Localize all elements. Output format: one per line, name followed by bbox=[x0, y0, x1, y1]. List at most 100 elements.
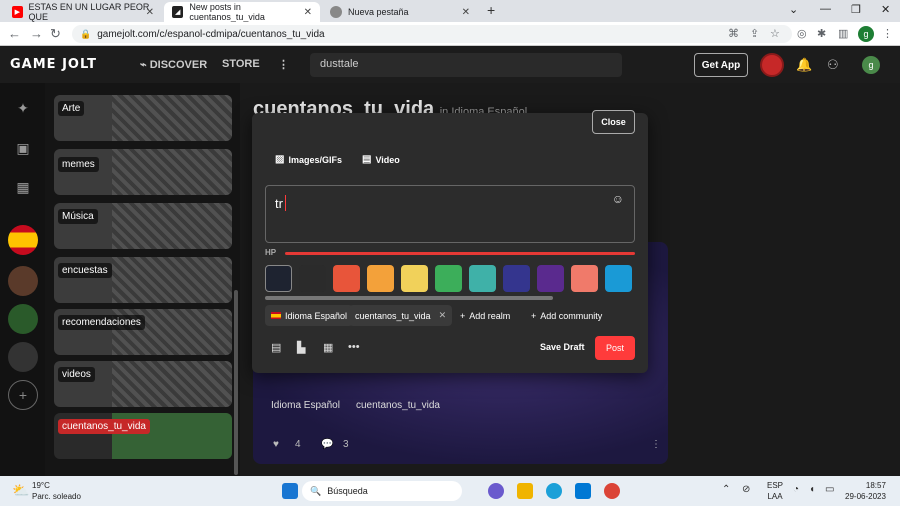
channel-chip[interactable]: cuentanos_tu_vida ✕ bbox=[349, 305, 453, 326]
tray-chevron-icon[interactable]: ⌃ bbox=[722, 484, 730, 495]
translate-icon[interactable]: ⌘ bbox=[728, 27, 739, 40]
reload-icon[interactable]: ↻ bbox=[50, 26, 61, 42]
community-spain-icon[interactable] bbox=[8, 225, 38, 255]
browser-tab-new[interactable]: Nueva pestaña ✕ bbox=[322, 2, 478, 22]
emoji-icon[interactable]: ☺ bbox=[612, 192, 624, 206]
bookmark-star-icon[interactable]: ☆ bbox=[770, 27, 780, 40]
chrome-taskbar-icon[interactable] bbox=[604, 483, 620, 499]
background-swatch[interactable] bbox=[605, 265, 632, 292]
grid-icon[interactable]: ▦ bbox=[8, 172, 38, 202]
menu-dots-icon[interactable]: ⋮ bbox=[882, 27, 893, 40]
jolt-icon[interactable] bbox=[760, 53, 784, 77]
background-swatch[interactable] bbox=[571, 265, 598, 292]
channel-item[interactable]: Arte bbox=[54, 95, 232, 141]
share-icon[interactable]: ⇪ bbox=[750, 27, 759, 40]
calendar-icon[interactable]: ▦ bbox=[323, 341, 333, 354]
bolt-icon[interactable]: ✦ bbox=[8, 93, 38, 123]
channel-scrollbar[interactable] bbox=[234, 290, 238, 475]
security-icon[interactable]: ⊘ bbox=[742, 484, 750, 495]
store-link[interactable]: STORE bbox=[222, 58, 260, 70]
profile-avatar[interactable]: g bbox=[858, 26, 874, 42]
library-icon[interactable]: ▣ bbox=[8, 133, 38, 163]
notifications-icon[interactable]: 🔔 bbox=[796, 57, 812, 73]
add-community-button[interactable]: + Add community bbox=[525, 305, 608, 326]
store-icon[interactable] bbox=[575, 483, 591, 499]
minimize-icon[interactable]: — bbox=[820, 3, 831, 15]
like-icon[interactable]: ♥ bbox=[273, 439, 279, 450]
channel-item[interactable]: memes bbox=[54, 149, 232, 195]
sidepanel-icon[interactable]: ▥ bbox=[838, 27, 848, 40]
community-avatar-icon[interactable] bbox=[8, 266, 38, 296]
wifi-icon[interactable]: ◔ bbox=[793, 484, 799, 495]
post-button[interactable]: Post bbox=[595, 336, 635, 360]
meet-icon[interactable] bbox=[488, 483, 504, 499]
images-button[interactable]: ▨ Images/GIFs bbox=[275, 154, 342, 165]
clock[interactable]: 18:57 29-06-2023 bbox=[845, 480, 886, 502]
post-editor[interactable]: tr ☺ bbox=[265, 185, 635, 243]
background-swatch[interactable] bbox=[367, 265, 394, 292]
remove-channel-icon[interactable]: ✕ bbox=[439, 310, 447, 321]
start-icon[interactable] bbox=[282, 483, 298, 499]
browser-tab-strip: ▶ ESTAS EN UN LUGAR PEOR QUE ✕ ◢ New pos… bbox=[0, 0, 900, 22]
background-swatch[interactable] bbox=[469, 265, 496, 292]
community-green-icon[interactable] bbox=[8, 304, 38, 334]
channel-label: Arte bbox=[58, 101, 85, 116]
community-dark-icon[interactable] bbox=[8, 342, 38, 372]
edge-icon[interactable] bbox=[546, 483, 562, 499]
browser-tab-gamejolt[interactable]: ◢ New posts in cuentanos_tu_vida ✕ bbox=[164, 2, 320, 22]
channel-item[interactable]: Música bbox=[54, 203, 232, 249]
background-swatch[interactable] bbox=[333, 265, 360, 292]
channel-item[interactable]: encuestas bbox=[54, 257, 232, 303]
background-scrollbar[interactable] bbox=[265, 296, 553, 300]
close-icon[interactable]: ✕ bbox=[146, 7, 154, 18]
post-channel-tag[interactable]: cuentanos_tu_vida bbox=[356, 400, 440, 411]
extension-icon[interactable]: ◎ bbox=[797, 27, 807, 40]
user-avatar[interactable]: g bbox=[862, 56, 880, 74]
background-swatch[interactable] bbox=[435, 265, 462, 292]
file-explorer-icon[interactable] bbox=[517, 483, 533, 499]
back-icon[interactable]: ← bbox=[8, 26, 21, 41]
save-draft-button[interactable]: Save Draft bbox=[540, 342, 585, 352]
post-menu-icon[interactable]: ⋮ bbox=[651, 439, 661, 450]
battery-icon[interactable]: ▭ bbox=[825, 484, 834, 495]
friends-icon[interactable]: ⚇ bbox=[827, 57, 839, 73]
comment-icon[interactable]: 💬 bbox=[321, 439, 333, 450]
weather-icon[interactable]: ⛅ bbox=[12, 482, 29, 499]
browser-tab-youtube[interactable]: ▶ ESTAS EN UN LUGAR PEOR QUE ✕ bbox=[4, 2, 162, 22]
background-swatch[interactable] bbox=[265, 265, 292, 292]
discover-link[interactable]: ⌁ DISCOVER bbox=[140, 58, 207, 71]
poll-icon[interactable]: ▙ bbox=[297, 341, 305, 354]
close-button[interactable]: Close bbox=[592, 110, 635, 134]
puzzle-icon[interactable]: ✱ bbox=[817, 27, 826, 40]
forward-icon[interactable]: → bbox=[30, 26, 43, 41]
add-community-icon[interactable]: + bbox=[8, 380, 38, 410]
search-input[interactable]: dusttale bbox=[310, 53, 622, 77]
language-indicator[interactable]: ESP LAA bbox=[767, 480, 783, 502]
close-icon[interactable]: ✕ bbox=[462, 7, 470, 18]
community-chip[interactable]: Idioma Español bbox=[265, 305, 354, 326]
taskbar-search[interactable]: 🔍 Búsqueda bbox=[302, 481, 462, 501]
article-icon[interactable]: ▤ bbox=[271, 341, 281, 354]
volume-icon[interactable]: ◖ bbox=[809, 484, 815, 495]
close-icon[interactable]: ✕ bbox=[304, 7, 312, 18]
more-icon[interactable]: ⋮ bbox=[278, 58, 289, 71]
video-button[interactable]: ▤ Video bbox=[362, 154, 400, 165]
get-app-button[interactable]: Get App bbox=[694, 53, 748, 77]
background-swatch[interactable] bbox=[503, 265, 530, 292]
background-swatch[interactable] bbox=[401, 265, 428, 292]
channel-item-active[interactable]: cuentanos_tu_vida bbox=[54, 413, 232, 459]
more-options-icon[interactable]: ••• bbox=[348, 341, 360, 353]
background-swatch[interactable] bbox=[537, 265, 564, 292]
weather-widget[interactable]: 19°C Parc. soleado bbox=[32, 480, 81, 502]
new-tab-button[interactable]: + bbox=[487, 2, 495, 18]
add-realm-button[interactable]: + Add realm bbox=[454, 305, 516, 326]
post-community-tag[interactable]: Idioma Español bbox=[271, 400, 340, 411]
url-field[interactable]: 🔒 gamejolt.com/c/espanol-cdmipa/cuentano… bbox=[72, 25, 792, 43]
background-swatch[interactable] bbox=[299, 265, 326, 292]
tab-search-icon[interactable]: ⌄ bbox=[789, 3, 798, 16]
channel-item[interactable]: videos bbox=[54, 361, 232, 407]
maximize-icon[interactable]: ❐ bbox=[851, 3, 861, 16]
gamejolt-logo[interactable]: GAME JOLT bbox=[10, 57, 97, 72]
channel-item[interactable]: recomendaciones bbox=[54, 309, 232, 355]
window-close-icon[interactable]: ✕ bbox=[881, 3, 890, 16]
